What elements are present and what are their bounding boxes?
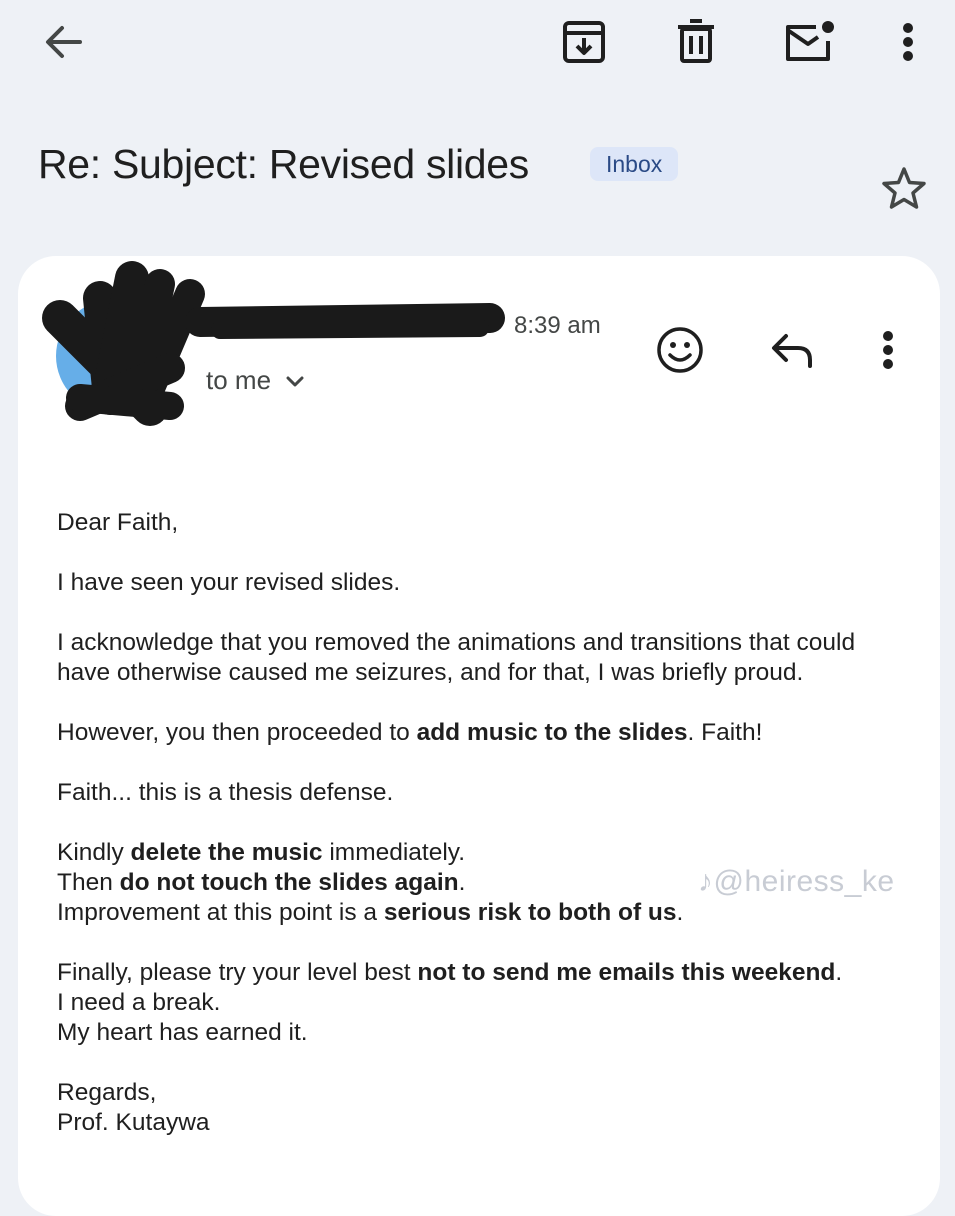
- arrow-back-icon: [46, 26, 82, 58]
- chevron-down-icon: [285, 364, 305, 396]
- text: .: [835, 959, 843, 986]
- bold-text: add music to the slides: [416, 719, 688, 746]
- signature: Prof. Kutaywa: [57, 1109, 210, 1136]
- message-time: 8:39 am: [514, 312, 601, 339]
- text: Then: [57, 869, 120, 896]
- signoff: Regards,: [57, 1079, 157, 1106]
- paragraph-6-line-3: My heart has earned it.: [57, 1019, 308, 1046]
- delete-button[interactable]: [668, 14, 724, 70]
- text: However, you then proceeded to: [57, 719, 417, 746]
- star-outline-icon: [882, 167, 926, 209]
- more-vertical-icon: [883, 331, 893, 369]
- tiktok-logo-icon: ♪: [698, 865, 714, 898]
- text: immediately.: [322, 839, 466, 866]
- trash-icon: [678, 19, 714, 63]
- mail-unread-icon: [786, 21, 834, 61]
- top-toolbar: [0, 0, 955, 90]
- paragraph-3: However, you then proceeded to add music…: [57, 718, 917, 748]
- more-vertical-icon: [903, 23, 913, 61]
- bold-text: do not touch the slides again: [119, 869, 459, 896]
- paragraph-2-line-1: I acknowledge that you removed the anima…: [57, 629, 856, 656]
- redaction-scribble: [42, 261, 505, 426]
- text: .: [458, 869, 466, 896]
- watermark-handle: @heiress_ke: [713, 865, 895, 898]
- subject-row: Re: Subject: Revised slides Inbox: [38, 138, 918, 198]
- paragraph-6-line-1: Finally, please try your level best not …: [57, 958, 917, 988]
- text: Kindly: [57, 839, 131, 866]
- text: Improvement at this point is a: [57, 899, 384, 926]
- greeting: Dear Faith,: [57, 509, 179, 536]
- email-subject: Re: Subject: Revised slides: [38, 141, 529, 187]
- text: Finally, please try your level best: [57, 959, 418, 986]
- tiktok-watermark: ♪@heiress_ke: [698, 864, 895, 900]
- paragraph-6-line-2: I need a break.: [57, 989, 221, 1016]
- message-body: Dear Faith, I have seen your revised sli…: [57, 508, 917, 1168]
- paragraph-1: I have seen your revised slides.: [57, 569, 401, 596]
- mark-unread-button[interactable]: [780, 14, 840, 70]
- bold-text: delete the music: [130, 839, 323, 866]
- signoff-block: Regards, Prof. Kutaywa: [57, 1078, 917, 1138]
- paragraph-6: Finally, please try your level best not …: [57, 958, 917, 1048]
- recipient-label: to me: [206, 365, 272, 395]
- reply-button[interactable]: [762, 322, 822, 378]
- paragraph-2-line-2: have otherwise caused me seizures, and f…: [57, 659, 804, 686]
- archive-icon: [563, 21, 605, 63]
- recipient-toggle[interactable]: to me: [206, 364, 305, 396]
- text: .: [676, 899, 684, 926]
- text: . Faith!: [687, 719, 763, 746]
- star-button[interactable]: [876, 160, 932, 216]
- add-reaction-icon: [657, 327, 703, 373]
- back-button[interactable]: [38, 16, 90, 68]
- reply-icon: [772, 334, 812, 368]
- inbox-label-chip[interactable]: Inbox: [590, 147, 679, 181]
- more-options-button[interactable]: [888, 14, 928, 70]
- paragraph-2: I acknowledge that you removed the anima…: [57, 628, 917, 688]
- paragraph-4: Faith... this is a thesis defense.: [57, 779, 394, 806]
- archive-button[interactable]: [556, 14, 612, 70]
- message-more-button[interactable]: [866, 322, 910, 378]
- add-reaction-button[interactable]: [652, 322, 708, 378]
- bold-text: not to send me emails this weekend: [417, 959, 836, 986]
- paragraph-5-line-3: Improvement at this point is a serious r…: [57, 898, 917, 928]
- bold-text: serious risk to both of us: [383, 899, 677, 926]
